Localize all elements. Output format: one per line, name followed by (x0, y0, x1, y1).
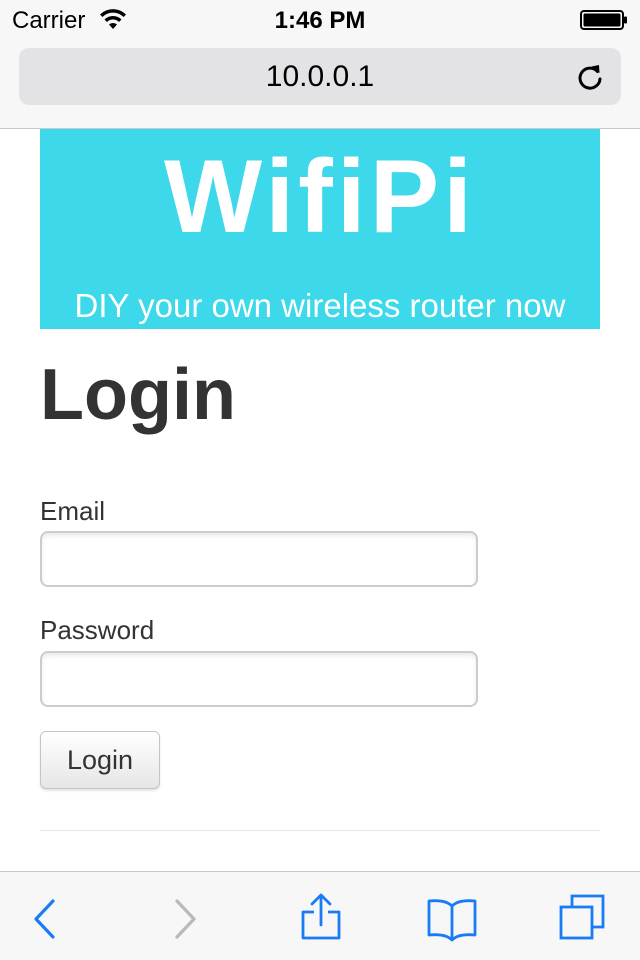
email-label: Email (40, 496, 106, 526)
tabs-icon[interactable] (557, 892, 607, 942)
email-field[interactable] (40, 531, 478, 587)
battery-icon (580, 10, 627, 30)
status-bar: Carrier 1:46 PM (0, 0, 640, 40)
wifipi-banner: WifiPi DIY your own wireless router now (40, 129, 600, 329)
page-title: Login (40, 355, 236, 435)
browser-address-area: 10.0.0.1 (0, 40, 640, 129)
banner-subtitle: DIY your own wireless router now (74, 287, 566, 324)
url-text[interactable]: 10.0.0.1 (19, 60, 621, 94)
reload-icon[interactable] (575, 62, 605, 92)
divider (40, 830, 600, 831)
safari-screen: Carrier 1:46 PM 10.0.0.1 WifiPi DIY your… (0, 0, 640, 960)
login-button[interactable]: Login (40, 731, 160, 789)
back-icon[interactable] (20, 892, 70, 942)
share-icon[interactable] (296, 892, 346, 942)
address-bar[interactable]: 10.0.0.1 (19, 48, 621, 105)
browser-toolbar (0, 871, 640, 960)
bookmarks-icon[interactable] (427, 892, 477, 942)
password-label: Password (40, 615, 155, 645)
banner-title: WifiPi (164, 139, 476, 255)
clock: 1:46 PM (274, 7, 366, 34)
password-field[interactable] (40, 651, 478, 707)
forward-icon[interactable] (160, 892, 210, 942)
